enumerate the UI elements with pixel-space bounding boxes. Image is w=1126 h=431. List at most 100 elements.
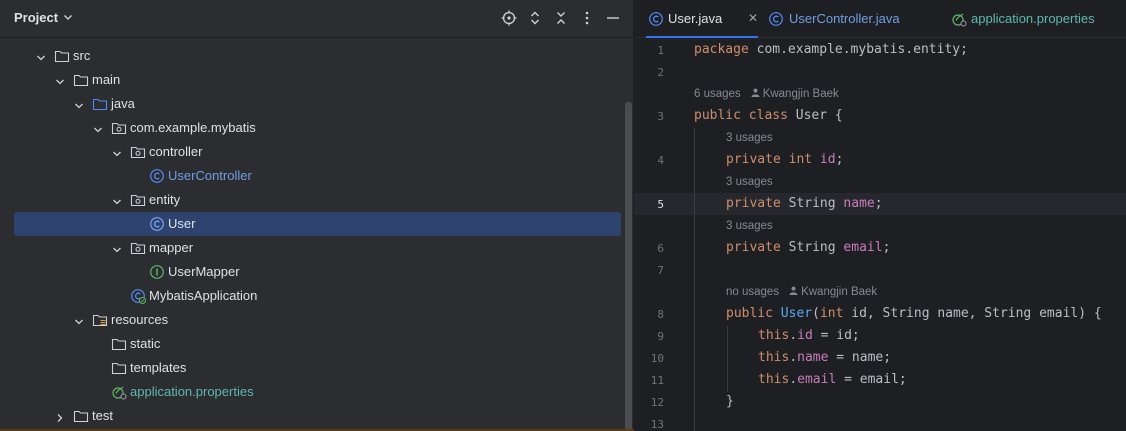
chevron-down-icon[interactable] <box>36 51 46 61</box>
chevron-down-icon[interactable] <box>112 147 122 157</box>
author-hint[interactable]: Kwangjin Baek <box>763 88 839 100</box>
tree-item-label: mapper <box>149 240 194 255</box>
expand-all-icon[interactable] <box>527 10 543 26</box>
project-scrollbar[interactable] <box>625 102 632 431</box>
editor-tab-bar: User.java ✕ UserController.java applicat… <box>634 0 1126 38</box>
tree-item-application-properties[interactable]: application.properties <box>14 380 621 404</box>
code-text: id, String name, String email) { <box>843 306 1102 321</box>
field-name: id <box>819 152 836 167</box>
usages-hint[interactable]: no usages <box>726 286 779 298</box>
tree-item-label: UserMapper <box>168 264 240 279</box>
collapse-all-icon[interactable] <box>553 10 569 26</box>
code-text: User { <box>787 108 843 123</box>
tree-item-user[interactable]: User <box>14 212 621 236</box>
tree-item-templates[interactable]: templates <box>14 356 621 380</box>
code-text: ; <box>874 196 883 211</box>
package-icon <box>111 120 127 136</box>
hide-panel-icon[interactable] <box>605 10 621 26</box>
field-name: id <box>797 328 813 343</box>
code-line: } <box>726 394 734 409</box>
code-line: public class User { <box>694 108 843 123</box>
chevron-down-icon[interactable] <box>112 243 122 253</box>
line-number: 11 <box>650 374 664 387</box>
usages-hint[interactable]: 3 usages <box>726 176 773 188</box>
tree-item-mybatisapplication[interactable]: MybatisApplication <box>14 284 621 308</box>
tab-user-java[interactable]: User.java ✕ <box>646 0 758 38</box>
tree-item-resources[interactable]: resources <box>14 308 621 332</box>
line-number: 12 <box>650 396 664 409</box>
chevron-down-icon[interactable] <box>74 99 84 109</box>
code-line: this.id = id; <box>758 328 860 343</box>
tree-item-label: entity <box>149 192 181 207</box>
tree-item-entity[interactable]: entity <box>14 188 621 212</box>
code-line: this.email = email; <box>758 372 907 387</box>
tree-item-label: java <box>111 96 135 111</box>
project-title: Project <box>14 10 59 25</box>
more-options-icon[interactable] <box>579 10 595 26</box>
usages-hint[interactable]: 3 usages <box>726 220 773 232</box>
tree-item-label: com.example.mybatis <box>130 120 256 135</box>
tree-item-package-root[interactable]: com.example.mybatis <box>14 116 621 140</box>
chevron-down-icon[interactable] <box>74 315 84 325</box>
tab-label: User.java <box>668 11 723 26</box>
chevron-down-icon[interactable] <box>55 75 65 85</box>
chevron-down-icon[interactable] <box>93 123 103 133</box>
code-editor[interactable]: User.java ✕ UserController.java applicat… <box>634 0 1126 431</box>
source-folder-icon <box>92 96 108 112</box>
tree-item-mapper[interactable]: mapper <box>14 236 621 260</box>
field-name: email <box>843 240 883 255</box>
person-icon <box>751 88 760 100</box>
line-number: 2 <box>657 66 664 79</box>
folder-icon <box>73 72 89 88</box>
author-hint[interactable]: Kwangjin Baek <box>801 286 877 298</box>
tree-item-label: User <box>168 216 196 231</box>
keyword: int <box>819 306 844 321</box>
field-name: name <box>797 350 829 365</box>
code-text: } <box>726 394 734 409</box>
tree-item-test[interactable]: test <box>14 404 621 428</box>
field-name: name <box>843 196 875 211</box>
chevron-down-icon <box>63 10 73 25</box>
tree-item-label: static <box>130 336 161 351</box>
tree-item-label: MybatisApplication <box>149 288 258 303</box>
line-number: 6 <box>657 242 664 255</box>
interface-icon <box>149 264 165 280</box>
keyword: private <box>726 196 781 211</box>
code-line: private String name; <box>726 196 883 211</box>
usages-hint[interactable]: 3 usages <box>726 132 773 144</box>
tab-application-properties[interactable]: application.properties <box>951 0 1126 38</box>
code-area[interactable]: 1 2 3 4 5 6 7 8 9 10 11 12 13 package co… <box>634 38 1126 431</box>
code-text: ; <box>835 152 844 167</box>
code-text: . <box>789 372 798 387</box>
tree-item-controller[interactable]: controller <box>14 140 621 164</box>
package-icon <box>130 192 146 208</box>
tab-label: application.properties <box>971 11 1095 26</box>
tab-usercontroller-java[interactable]: UserController.java <box>768 0 918 38</box>
tree-item-usercontroller[interactable]: UserController <box>14 164 621 188</box>
tree-item-main[interactable]: main <box>14 68 621 92</box>
tree-item-java[interactable]: java <box>14 92 621 116</box>
project-panel-header: Project <box>0 0 634 38</box>
keyword: this <box>758 372 790 387</box>
keyword: public <box>726 306 773 321</box>
code-vision-hint[interactable]: 6 usages Kwangjin Baek <box>694 88 839 100</box>
tree-item-usermapper[interactable]: UserMapper <box>14 260 621 284</box>
package-icon <box>130 240 146 256</box>
tree-item-label: src <box>73 48 91 63</box>
code-vision-hint[interactable]: no usages Kwangjin Baek <box>726 286 877 298</box>
line-number: 10 <box>650 352 664 365</box>
spring-boot-class-icon <box>130 288 146 304</box>
chevron-down-icon[interactable] <box>112 195 122 205</box>
chevron-right-icon[interactable] <box>55 411 65 422</box>
close-tab-icon[interactable]: ✕ <box>748 11 758 25</box>
project-view-selector[interactable]: Project <box>14 10 73 25</box>
code-text: . <box>789 350 798 365</box>
constructor-name: User <box>780 306 813 321</box>
usages-hint[interactable]: 6 usages <box>694 88 741 100</box>
project-panel: Project src main java com.example.mybati… <box>0 0 634 431</box>
tree-item-static[interactable]: static <box>14 332 621 356</box>
tree-item-src[interactable]: src <box>14 44 621 68</box>
keyword: private <box>726 240 781 255</box>
locate-file-icon[interactable] <box>501 10 517 26</box>
